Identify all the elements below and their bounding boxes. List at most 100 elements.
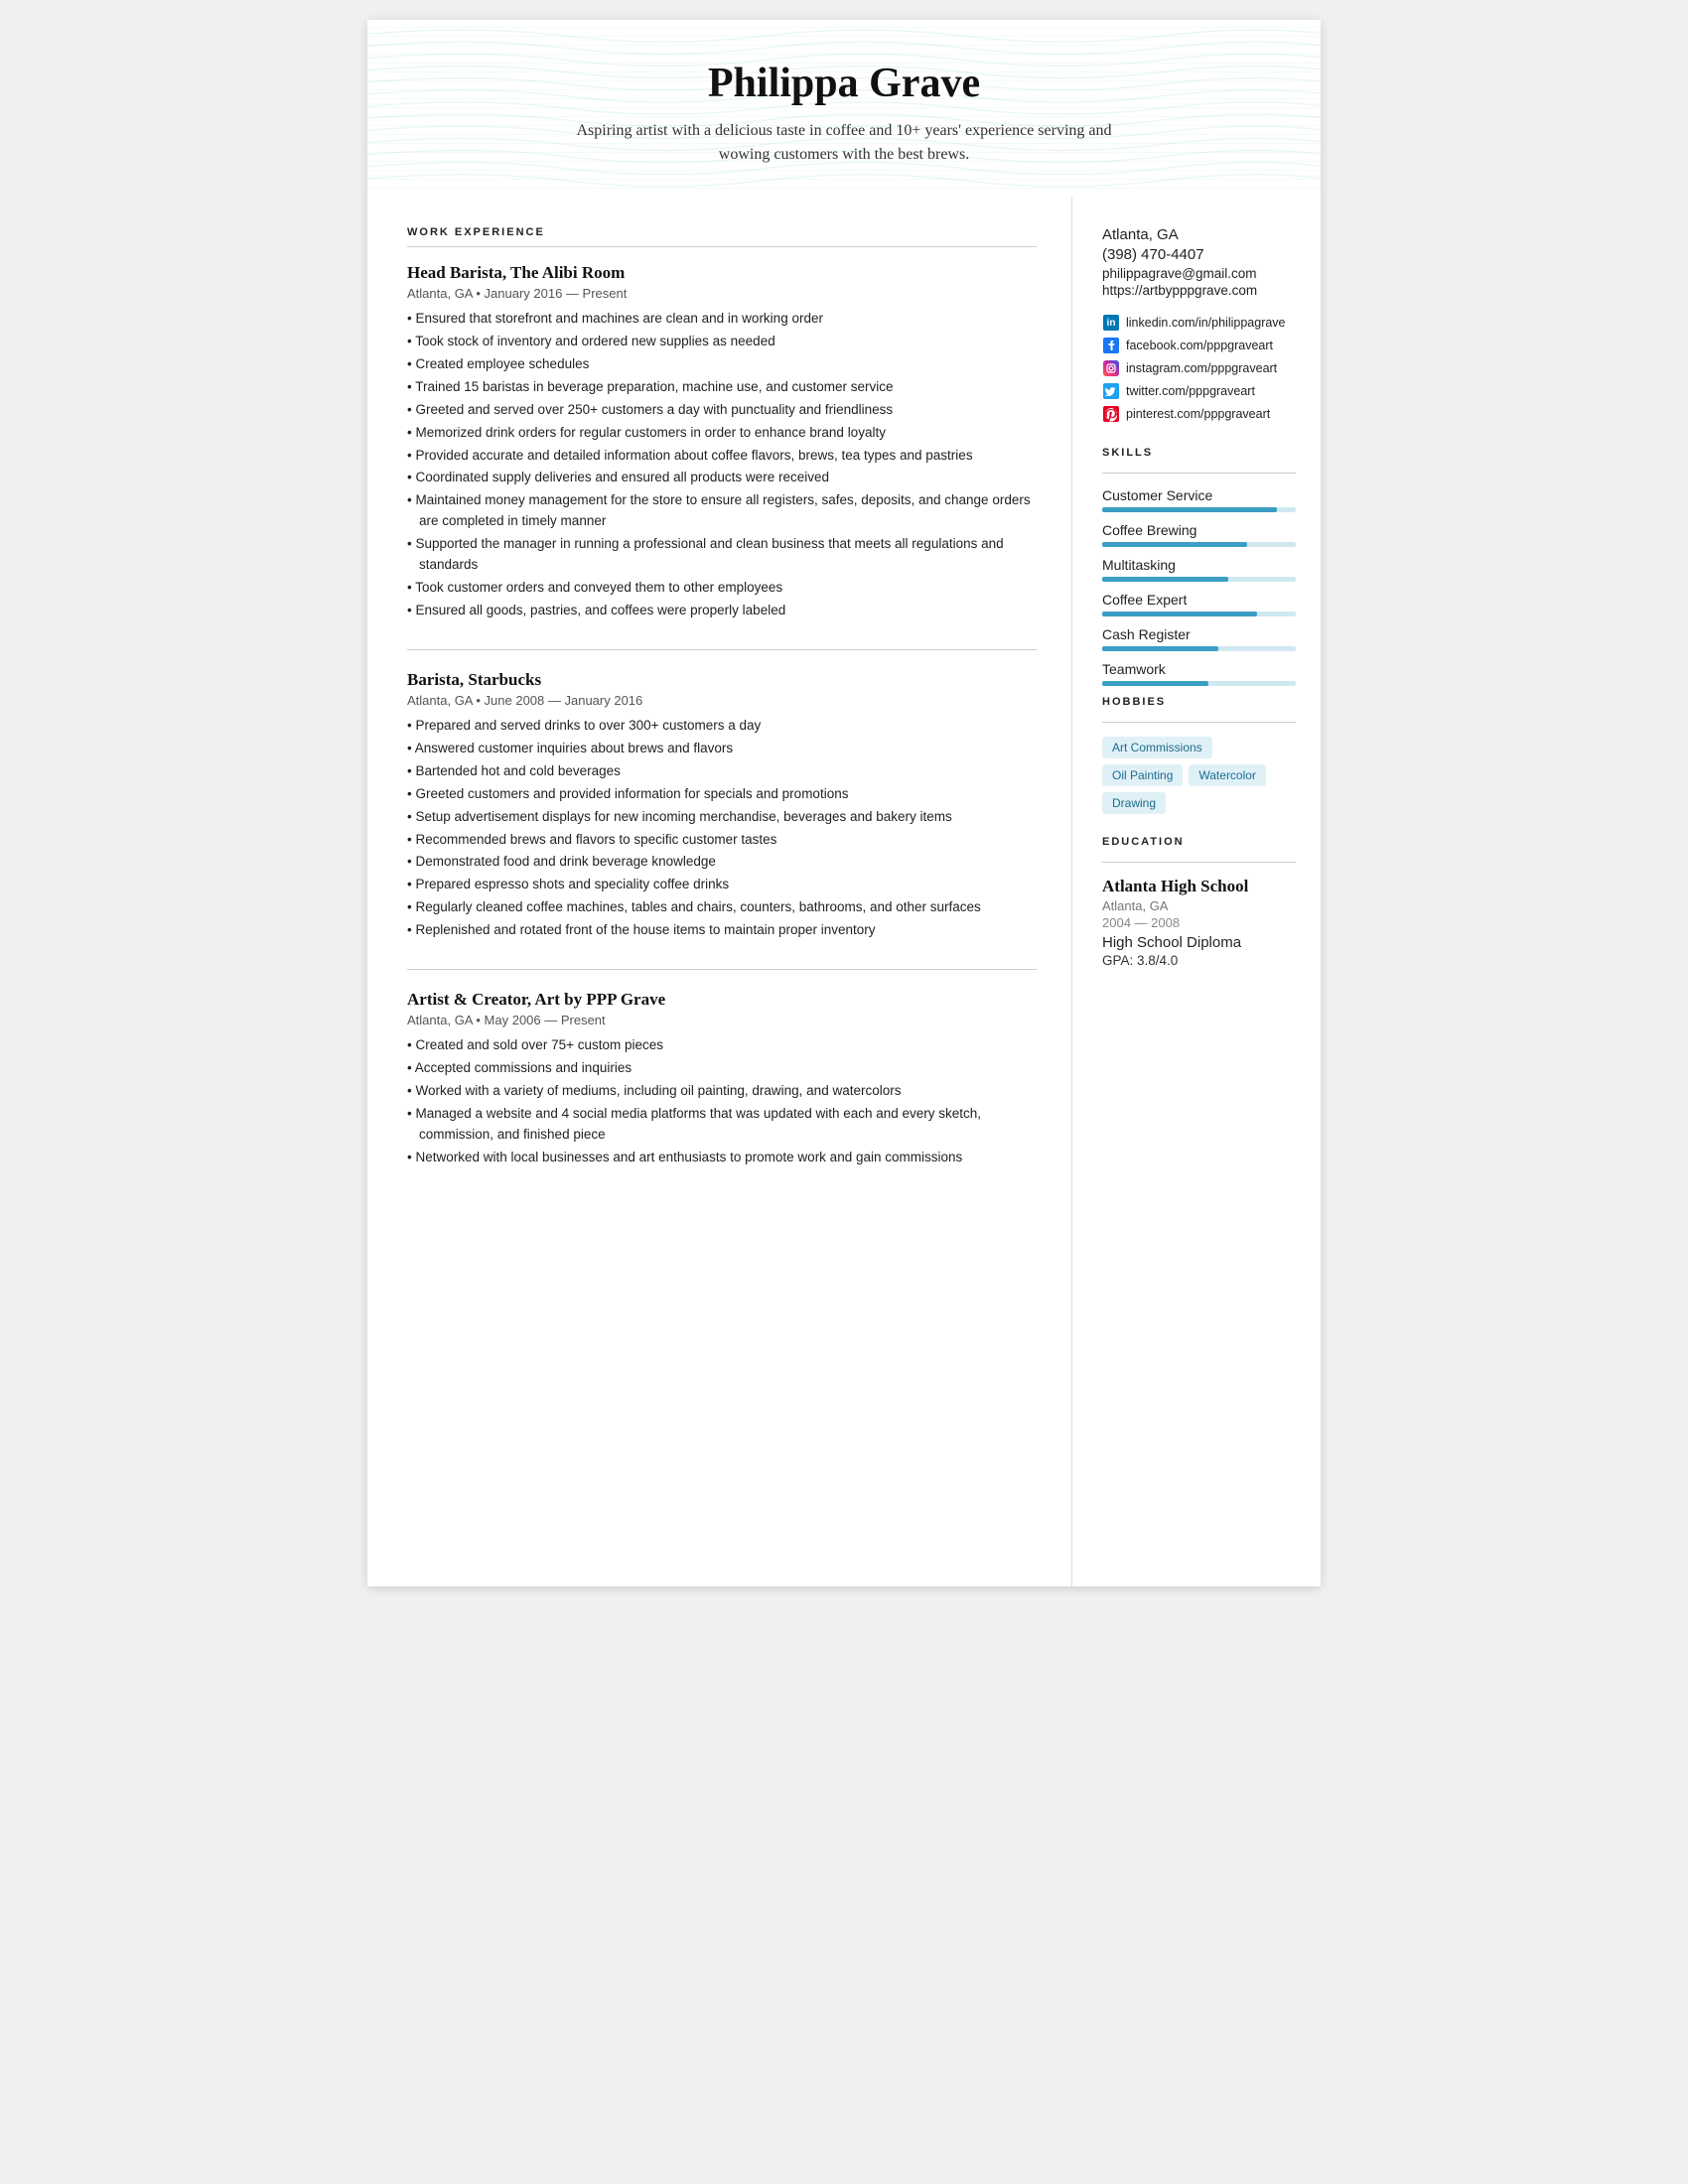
job-entry-0: Head Barista, The Alibi Room Atlanta, GA… xyxy=(407,263,1037,621)
instagram-handle: instagram.com/pppgraveart xyxy=(1126,361,1277,375)
skill-name-1: Coffee Brewing xyxy=(1102,522,1296,538)
skill-item-3: Coffee Expert xyxy=(1102,592,1296,616)
work-section-divider xyxy=(407,246,1037,247)
hobby-tag-0: Art Commissions xyxy=(1102,737,1212,758)
contact-city: Atlanta, GA xyxy=(1102,226,1296,243)
social-twitter: twitter.com/pppgraveart xyxy=(1102,382,1296,400)
bullet-0-8: Maintained money management for the stor… xyxy=(407,490,1037,532)
twitter-handle: twitter.com/pppgraveart xyxy=(1126,384,1255,398)
edu-location-0: Atlanta, GA xyxy=(1102,898,1296,913)
job-meta-1: Atlanta, GA • June 2008 — January 2016 xyxy=(407,693,1037,708)
bullet-2-0: Created and sold over 75+ custom pieces xyxy=(407,1035,1037,1056)
skills-container: Customer Service Coffee Brewing Multitas… xyxy=(1102,487,1296,686)
left-column: WORK EXPERIENCE Head Barista, The Alibi … xyxy=(367,197,1072,1586)
twitter-icon xyxy=(1102,382,1120,400)
skill-item-0: Customer Service xyxy=(1102,487,1296,512)
job-meta-0: Atlanta, GA • January 2016 — Present xyxy=(407,286,1037,301)
skill-item-4: Cash Register xyxy=(1102,626,1296,651)
linkedin-icon: in xyxy=(1102,314,1120,332)
education-divider xyxy=(1102,862,1296,863)
resume-page: Philippa Grave Aspiring artist with a de… xyxy=(367,20,1321,1586)
divider-2 xyxy=(407,969,1037,970)
edu-gpa-0: GPA: 3.8/4.0 xyxy=(1102,953,1296,968)
job-bullets-1: Prepared and served drinks to over 300+ … xyxy=(407,716,1037,941)
skill-bar-bg-1 xyxy=(1102,542,1296,547)
skill-bar-fill-0 xyxy=(1102,507,1277,512)
education-container: Atlanta High School Atlanta, GA 2004 — 2… xyxy=(1102,877,1296,968)
contact-website: https://artbypppgrave.com xyxy=(1102,283,1296,298)
bullet-2-4: Networked with local businesses and art … xyxy=(407,1148,1037,1168)
instagram-icon xyxy=(1102,359,1120,377)
skill-item-1: Coffee Brewing xyxy=(1102,522,1296,547)
skills-divider xyxy=(1102,473,1296,474)
bullet-1-0: Prepared and served drinks to over 300+ … xyxy=(407,716,1037,737)
bullet-1-2: Bartended hot and cold beverages xyxy=(407,761,1037,782)
header-section: Philippa Grave Aspiring artist with a de… xyxy=(367,20,1321,197)
job-entry-1: Barista, Starbucks Atlanta, GA • June 20… xyxy=(407,670,1037,941)
education-label: EDUCATION xyxy=(1102,836,1296,848)
bullet-1-6: Demonstrated food and drink beverage kno… xyxy=(407,852,1037,873)
bullet-1-7: Prepared espresso shots and speciality c… xyxy=(407,875,1037,895)
bullet-1-5: Recommended brews and flavors to specifi… xyxy=(407,830,1037,851)
contact-phone: (398) 470-4407 xyxy=(1102,246,1296,263)
skill-bar-fill-5 xyxy=(1102,681,1208,686)
contact-email: philippagrave@gmail.com xyxy=(1102,266,1296,281)
hobby-tag-3: Drawing xyxy=(1102,792,1166,814)
bullet-1-3: Greeted customers and provided informati… xyxy=(407,784,1037,805)
pinterest-handle: pinterest.com/pppgraveart xyxy=(1126,407,1270,421)
edu-years-0: 2004 — 2008 xyxy=(1102,915,1296,930)
bullet-1-4: Setup advertisement displays for new inc… xyxy=(407,807,1037,828)
pinterest-icon xyxy=(1102,405,1120,423)
job-bullets-0: Ensured that storefront and machines are… xyxy=(407,309,1037,621)
candidate-subtitle: Aspiring artist with a delicious taste i… xyxy=(556,119,1132,167)
body-layout: WORK EXPERIENCE Head Barista, The Alibi … xyxy=(367,197,1321,1586)
bullet-0-7: Coordinated supply deliveries and ensure… xyxy=(407,468,1037,488)
edu-school-0: Atlanta High School xyxy=(1102,877,1296,896)
skill-item-5: Teamwork xyxy=(1102,661,1296,686)
skill-name-4: Cash Register xyxy=(1102,626,1296,642)
hobbies-divider xyxy=(1102,722,1296,723)
hobby-tags: Art CommissionsOil PaintingWatercolorDra… xyxy=(1102,737,1296,814)
bullet-0-9: Supported the manager in running a profe… xyxy=(407,534,1037,576)
facebook-handle: facebook.com/pppgraveart xyxy=(1126,339,1273,352)
skill-bar-bg-2 xyxy=(1102,577,1296,582)
skill-item-2: Multitasking xyxy=(1102,557,1296,582)
hobby-tag-1: Oil Painting xyxy=(1102,764,1183,786)
education-entry-0: Atlanta High School Atlanta, GA 2004 — 2… xyxy=(1102,877,1296,968)
right-column: Atlanta, GA (398) 470-4407 philippagrave… xyxy=(1072,197,1321,1586)
skill-bar-fill-3 xyxy=(1102,612,1257,616)
bullet-1-1: Answered customer inquiries about brews … xyxy=(407,739,1037,759)
skill-bar-fill-2 xyxy=(1102,577,1228,582)
divider-1 xyxy=(407,649,1037,650)
work-experience-label: WORK EXPERIENCE xyxy=(407,226,1037,238)
skills-label: SKILLS xyxy=(1102,447,1296,459)
social-list: in linkedin.com/in/philippagrave faceboo… xyxy=(1102,314,1296,423)
bullet-2-1: Accepted commissions and inquiries xyxy=(407,1058,1037,1079)
skill-name-3: Coffee Expert xyxy=(1102,592,1296,608)
bullet-2-3: Managed a website and 4 social media pla… xyxy=(407,1104,1037,1146)
bullet-0-2: Created employee schedules xyxy=(407,354,1037,375)
skill-name-2: Multitasking xyxy=(1102,557,1296,573)
bullet-1-8: Regularly cleaned coffee machines, table… xyxy=(407,897,1037,918)
bullet-0-10: Took customer orders and conveyed them t… xyxy=(407,578,1037,599)
job-title-2: Artist & Creator, Art by PPP Grave xyxy=(407,990,1037,1010)
hobbies-label: HOBBIES xyxy=(1102,696,1296,708)
job-title-1: Barista, Starbucks xyxy=(407,670,1037,690)
bullet-0-5: Memorized drink orders for regular custo… xyxy=(407,423,1037,444)
bullet-0-1: Took stock of inventory and ordered new … xyxy=(407,332,1037,352)
hobbies-section: HOBBIES Art CommissionsOil PaintingWater… xyxy=(1102,696,1296,814)
social-pinterest: pinterest.com/pppgraveart xyxy=(1102,405,1296,423)
bullet-0-11: Ensured all goods, pastries, and coffees… xyxy=(407,601,1037,621)
job-meta-2: Atlanta, GA • May 2006 — Present xyxy=(407,1013,1037,1027)
social-instagram: instagram.com/pppgraveart xyxy=(1102,359,1296,377)
social-linkedin: in linkedin.com/in/philippagrave xyxy=(1102,314,1296,332)
skill-bar-bg-4 xyxy=(1102,646,1296,651)
bullet-0-6: Provided accurate and detailed informati… xyxy=(407,446,1037,467)
bullet-0-0: Ensured that storefront and machines are… xyxy=(407,309,1037,330)
facebook-icon xyxy=(1102,337,1120,354)
skill-name-5: Teamwork xyxy=(1102,661,1296,677)
bullet-1-9: Replenished and rotated front of the hou… xyxy=(407,920,1037,941)
job-entry-2: Artist & Creator, Art by PPP Grave Atlan… xyxy=(407,990,1037,1168)
linkedin-handle: linkedin.com/in/philippagrave xyxy=(1126,316,1286,330)
skill-bar-bg-3 xyxy=(1102,612,1296,616)
